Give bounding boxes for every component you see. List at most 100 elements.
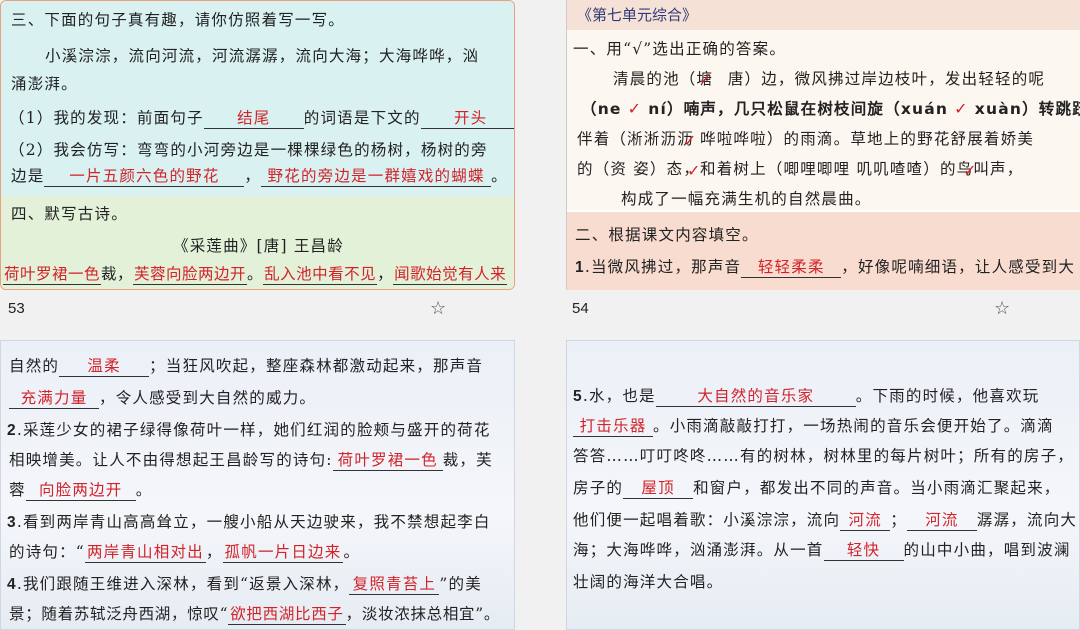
s4-line7: 壮阔的海洋大合唱。 (573, 573, 724, 591)
s4-line3: 答答……叮叮咚咚……有的树林，树林里的每片树叶；所有的房子， (573, 447, 1075, 465)
poem-answers: 荷叶罗裙一色裁，芙蓉向脸两边开。乱入池中看不见，闻歌始觉有人来 (3, 261, 508, 287)
imitation-comma: ， (244, 167, 262, 185)
s4-line5-rest: 潺潺，流向大 (976, 511, 1078, 529)
answer-blank-percussion: 打击乐器 (573, 416, 653, 437)
s3-item3-line1: 3.看到两岸青山高高耸立，一艘小船从天边驶来，我不禁想起李白 (7, 509, 491, 536)
answer-blank-li-bai-line1: 两岸青山相对出 (84, 543, 206, 563)
choice-line1-rest: 唐）边，微风拂过岸边枝叶，发出轻轻的呢 (727, 70, 1046, 88)
choice-line1: 清晨的池（塘✓ 唐）边，微风拂过岸边枝叶，发出轻轻的呢 (613, 66, 1045, 92)
slide-53: 三、下面的句子真有趣，请你仿照着写一写。 小溪淙淙，流向河流，河流潺潺，流向大海… (0, 0, 515, 290)
answer-blank-musician: 大自然的音乐家 (655, 386, 856, 407)
check-mark-icon: ✓ (687, 161, 702, 180)
answer-blank-su-shi: 欲把西湖比西子 (228, 605, 346, 625)
s4-line4: 房子的 屋顶 和窗户，都发出不同的声音。当小雨滴汇聚起来， (573, 475, 1061, 501)
s3-item4-line2-prefix: 景；随着苏轼泛舟西湖，惊叹“ (9, 605, 229, 623)
s3-item2-line3-end: 。 (135, 481, 153, 499)
s3-item3-text: .看到两岸青山高高耸立，一艘小船从天边驶来，我不禁想起李白 (16, 513, 491, 531)
s3-item4-line1: 4.我们跟随王维进入深林，看到“返景入深林， 复照青苔上 ”的美 (7, 571, 482, 598)
example-sentence-line2: 涌澎湃。 (11, 75, 78, 93)
check-mark-icon: ✓ (954, 99, 969, 118)
poem-line1-suffix: 裁， (101, 265, 134, 283)
fill-line1: 1.当微风拂过，那声音 轻轻柔柔 ，好像呢喃细语，让人感受到大 (575, 254, 1075, 281)
item-number-2: 2 (7, 422, 17, 439)
s3-item3-line2: 的诗句：“ 两岸青山相对出，孤帆一片日边来。 (9, 539, 360, 565)
item-number-3: 3 (7, 514, 17, 531)
imitation-line2: 边是 一片五颜六色的野花，野花的旁边是一群嬉戏的蝴蝶。 (11, 163, 508, 189)
poem-line3-suffix: ， (377, 265, 394, 283)
answer-blank-ending: 结尾 (203, 108, 304, 129)
choice-line2: （ne ✓ ní）喃声，几只松鼠在树枝间旋（xuán ✓ xuàn）转跳跃， (581, 96, 1080, 122)
s4-line4-prefix: 房子的 (573, 479, 624, 497)
answer-blank-wildflowers: 一片五颜六色的野花 (44, 166, 245, 187)
imitation-prefix: 边是 (11, 167, 45, 185)
discovery-prefix: （1）我的发现：前面句子 (9, 109, 204, 127)
answer-blank-li-bai-line2: 孤帆一片日边来 (222, 543, 344, 563)
s3-item4-line2-rest: ，淡妆浓抹总相宜”。 (345, 605, 501, 623)
s3-item2-text: .采莲少女的裙子绿得像荷叶一样，她们红润的脸颊与盛开的荷花 (16, 421, 491, 439)
page-number-53: 53 (8, 300, 25, 317)
answer-blank-powerful: 充满力量 (9, 388, 99, 409)
slide-56: 5.水，也是 大自然的音乐家 。下雨的时候，他喜欢玩 打击乐器 。小雨滴敲敲打打，一场… (566, 340, 1080, 630)
s4-line1-prefix: .水，也是 (582, 387, 656, 405)
s3-line2-rest: ，令人感受到大自然的威力。 (99, 389, 317, 407)
answer-blank-roof: 屋顶 (623, 478, 694, 499)
answer-blank-gentleness: 温柔 (59, 356, 150, 377)
poem-line3-answer: 乱入池中看不见 (263, 265, 378, 285)
question-two-heading: 二、根据课文内容填空。 (575, 226, 759, 244)
choice-line3-text: 伴着（淅淅沥沥 哗啦哗啦）的雨滴。草地上的野花舒展着娇美 (577, 130, 1035, 148)
s4-line4-rest: 和窗户，都发出不同的声音。当小雨滴汇聚起来， (693, 479, 1061, 497)
slide-55: 自然的 温柔 ；当狂风吹起，整座森林都激动起来，那声音 充满力量 ，令人感受到大自然的… (0, 340, 515, 630)
discovery-middle: 的词语是下文的 (303, 109, 421, 127)
check-mark-icon: ✓ (699, 69, 714, 88)
check-mark-icon: ✓ (963, 161, 978, 180)
choice-line5: 构成了一幅充满生机的自然晨曲。 (621, 190, 872, 208)
section-four-heading: 四、默写古诗。 (11, 205, 128, 223)
s3-line1-prefix: 自然的 (9, 357, 60, 375)
s3-item2-line2-prefix: 相映增美。让人不由得想起王昌龄写的诗句: (9, 451, 333, 469)
answer-blank-gentle: 轻轻柔柔 (741, 257, 842, 278)
answer-blank-river2: 河流 (906, 510, 977, 531)
check-mark-icon: ✓ (627, 99, 643, 118)
s4-line5-sep: ； (890, 511, 907, 529)
s3-item2-line2-rest: 裁，芙 (442, 451, 493, 469)
s4-line5: 他们便一起唱着歌：小溪淙淙，流向 河流；河流 潺潺，流向大 (573, 507, 1077, 533)
choice-line4-text: 的（资 姿）态，和着树上（唧哩唧哩 叽叽喳喳）的鸟叫声， (577, 160, 1024, 178)
discovery-line: （1）我的发现：前面句子结尾的词语是下文的开头。 (9, 105, 514, 131)
page-number-54: 54 (572, 300, 589, 317)
pinyin-ni-and-xuan: ní）喃声，几只松鼠在树枝间旋（xuán (648, 100, 949, 118)
s4-line5-prefix: 他们便一起唱着歌：小溪淙淙，流向 (573, 511, 841, 529)
s4-line6-rest: 的山中小曲，唱到波澜 (903, 541, 1071, 559)
answer-blank-beginning: 开头 (420, 108, 514, 129)
s3-item2-line2: 相映增美。让人不由得想起王昌龄写的诗句: 荷叶罗裙一色 裁，芙 (9, 447, 493, 473)
unit-header: 《第七单元综合》 (567, 0, 1080, 30)
choice-line3: 伴着（淅淅沥沥 哗啦哗啦）的雨滴。草地上的野花舒展着娇美 ✓ (577, 126, 1034, 152)
s4-line1-rest: 。下雨的时候，他喜欢玩 (855, 387, 1040, 405)
favorite-star-icon[interactable]: ☆ (430, 298, 446, 319)
answer-blank-lively: 轻快 (823, 540, 904, 561)
s4-line6: 海；大海哗哗，汹涌澎湃。从一首 轻快 的山中小曲，唱到波澜 (573, 537, 1071, 563)
favorite-star-icon[interactable]: ☆ (994, 298, 1010, 319)
choice-line4: 的（资 姿）态，和着树上（唧哩唧哩 叽叽喳喳）的鸟叫声， ✓ ✓ (577, 156, 1023, 182)
s3-item4-rest: ”的美 (439, 575, 482, 593)
s4-item5-line1: 5.水，也是 大自然的音乐家 。下雨的时候，他喜欢玩 (573, 383, 1039, 410)
s4-line6-prefix: 海；大海哗哗，汹涌澎湃。从一首 (573, 541, 824, 559)
s3-item3-end: 。 (343, 543, 361, 561)
answer-blank-butterflies: 野花的旁边是一群嬉戏的蝴蝶 (261, 166, 492, 187)
poem-title: 《采莲曲》[唐] 王昌龄 (173, 237, 344, 255)
s3-line1-rest: ；当狂风吹起，整座森林都激动起来，那声音 (149, 357, 484, 375)
s4-line2-rest: 。小雨滴敲敲打打，一场热闹的音乐会便开始了。滴滴 (653, 417, 1054, 435)
fill-line1-prefix: .当微风拂过，那声音 (584, 258, 742, 276)
slide-54: 《第七单元综合》 一、用“√”选出正确的答案。 清晨的池（塘✓ 唐）边，微风拂过岸… (566, 0, 1080, 290)
poem-line2-answer: 芙蓉向脸两边开 (133, 265, 248, 285)
item-number-5: 5 (573, 388, 583, 405)
question-one-heading: 一、用“√”选出正确的答案。 (573, 40, 787, 58)
answer-blank-poem-line2: 向脸两边开 (25, 480, 136, 501)
section-three-heading: 三、下面的句子真有趣，请你仿照着写一写。 (11, 11, 346, 29)
poem-line2-suffix: 。 (247, 265, 264, 283)
s3-item4-prefix: .我们跟随王维进入深林，看到“返景入深林， (16, 575, 350, 593)
fill-line1-rest: ，好像呢喃细语，让人感受到大 (841, 258, 1076, 276)
poem-line4-answer: 闻歌始觉有人来 (393, 265, 508, 285)
poem-line1-answer: 荷叶罗裙一色 (3, 265, 102, 285)
s3-item2-line3: 蓉向脸两边开。 (9, 477, 152, 503)
answer-blank-river1: 河流 (840, 510, 891, 531)
